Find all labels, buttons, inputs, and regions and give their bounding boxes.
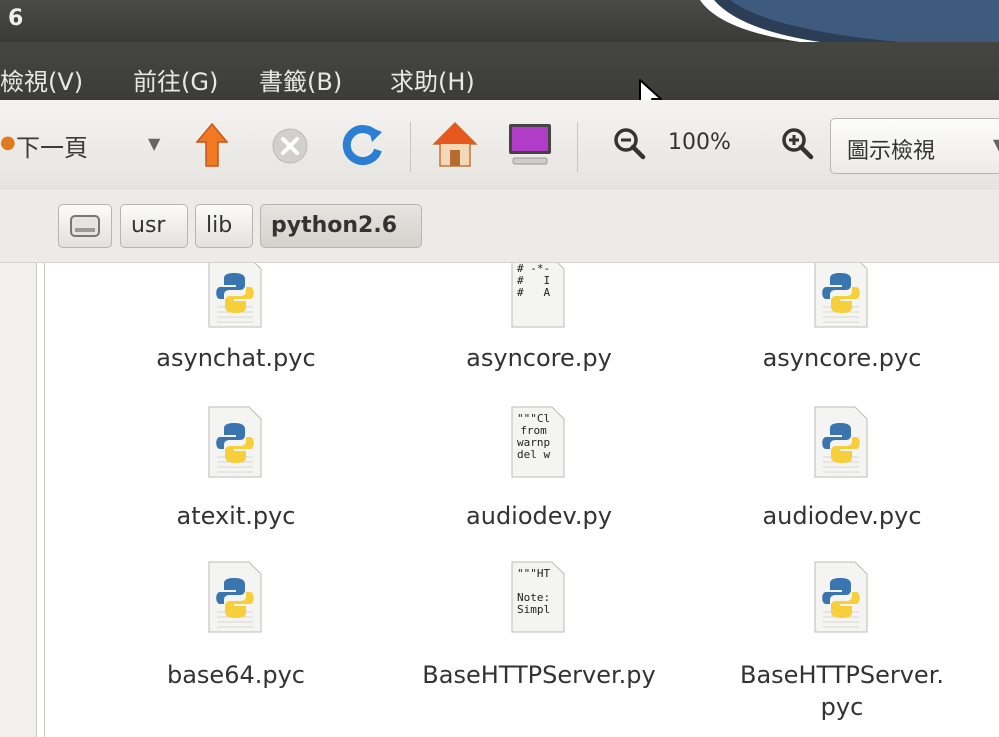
path-segment-lib[interactable]: lib — [195, 204, 253, 248]
drive-icon — [70, 215, 100, 237]
menu-go[interactable]: 前往(G) — [133, 62, 218, 97]
file-name: asyncore.pyc — [762, 344, 922, 372]
file-item[interactable]: """HT Note: Simpl BaseHTTPServer.py — [389, 560, 689, 720]
text-file-icon: # -*- # I # A — [510, 263, 568, 331]
pane-divider[interactable] — [44, 263, 45, 737]
path-root-button[interactable] — [58, 204, 112, 248]
zoom-out-icon[interactable] — [612, 126, 646, 160]
sidebar-pane — [0, 263, 37, 737]
zoom-in-icon[interactable] — [780, 126, 814, 160]
forward-button[interactable]: 下一頁 — [16, 128, 88, 163]
file-name: BaseHTTPServer.py — [422, 661, 656, 689]
text-file-icon: """Cl from warnp del w — [510, 405, 568, 481]
file-item[interactable]: BaseHTTPServer. pyc — [692, 560, 992, 721]
python-file-icon — [207, 263, 265, 331]
location-bar: usr lib python2.6 — [0, 190, 999, 263]
path-segment-usr[interactable]: usr — [120, 204, 188, 248]
reload-icon[interactable] — [340, 122, 384, 168]
title-bar: 6 — [0, 0, 999, 42]
path-segment-label: lib — [206, 213, 233, 238]
menu-help[interactable]: 求助(H) — [390, 62, 475, 97]
window-title: 6 — [8, 6, 24, 31]
file-item[interactable]: atexit.pyc — [86, 405, 386, 545]
python-file-icon — [207, 405, 265, 481]
python-file-icon — [813, 405, 871, 481]
path-segment-python26[interactable]: python2.6 — [260, 204, 422, 248]
file-name: asynchat.pyc — [156, 344, 316, 372]
file-grid: asynchat.pyc # -*- # I # A asyncore.py a… — [46, 263, 999, 737]
file-item[interactable]: # -*- # I # A asyncore.py — [389, 263, 689, 395]
file-item[interactable]: """Cl from warnp del w audiodev.py — [389, 405, 689, 545]
menu-bar: 檢視(V) 前往(G) 書籤(B) 求助(H) — [0, 42, 999, 114]
view-mode-label: 圖示檢視 — [847, 139, 936, 164]
toolbar-separator — [577, 122, 578, 172]
file-preview: """Cl from warnp del w — [517, 412, 551, 461]
file-name: audiodev.py — [466, 502, 612, 530]
text-file-icon: """HT Note: Simpl — [510, 560, 568, 636]
stop-icon[interactable] — [270, 126, 310, 166]
file-preview: """HT Note: Simpl — [517, 567, 551, 616]
up-arrow-icon[interactable] — [195, 122, 229, 168]
home-icon[interactable] — [432, 120, 478, 168]
file-name: asyncore.py — [466, 344, 612, 372]
file-name: atexit.pyc — [176, 502, 296, 530]
file-name: audiodev.pyc — [762, 502, 922, 530]
file-item[interactable]: asyncore.pyc — [692, 263, 992, 395]
menu-bookmarks[interactable]: 書籤(B) — [259, 62, 342, 97]
file-item[interactable]: asynchat.pyc — [86, 263, 386, 395]
forward-history-dropdown-icon[interactable]: ▼ — [148, 134, 160, 153]
path-segment-label: usr — [131, 213, 166, 238]
path-segment-label: python2.6 — [271, 213, 398, 238]
file-item[interactable]: audiodev.pyc — [692, 405, 992, 545]
file-name: base64.pyc — [166, 661, 305, 689]
window-decoration-curve — [700, 0, 999, 42]
python-file-icon — [813, 263, 871, 331]
python-file-icon — [207, 560, 265, 636]
toolbar-separator — [410, 122, 411, 172]
file-preview: # -*- # I # A — [517, 263, 551, 299]
chevron-down-icon: ▼ — [993, 135, 999, 154]
menu-view[interactable]: 檢視(V) — [0, 62, 83, 97]
python-file-icon — [813, 560, 871, 636]
toolbar: ● 下一頁 ▼ 100% 圖示檢視 ▼ — [0, 100, 999, 190]
file-item[interactable]: base64.pyc — [86, 560, 386, 720]
forward-arrow-icon[interactable]: ● — [0, 132, 16, 153]
view-mode-select[interactable]: 圖示檢視 ▼ — [830, 118, 999, 174]
zoom-level: 100% — [668, 130, 731, 155]
file-name: BaseHTTPServer. — [740, 661, 944, 689]
computer-icon[interactable] — [505, 122, 555, 168]
file-name-continued: pyc — [820, 693, 864, 721]
